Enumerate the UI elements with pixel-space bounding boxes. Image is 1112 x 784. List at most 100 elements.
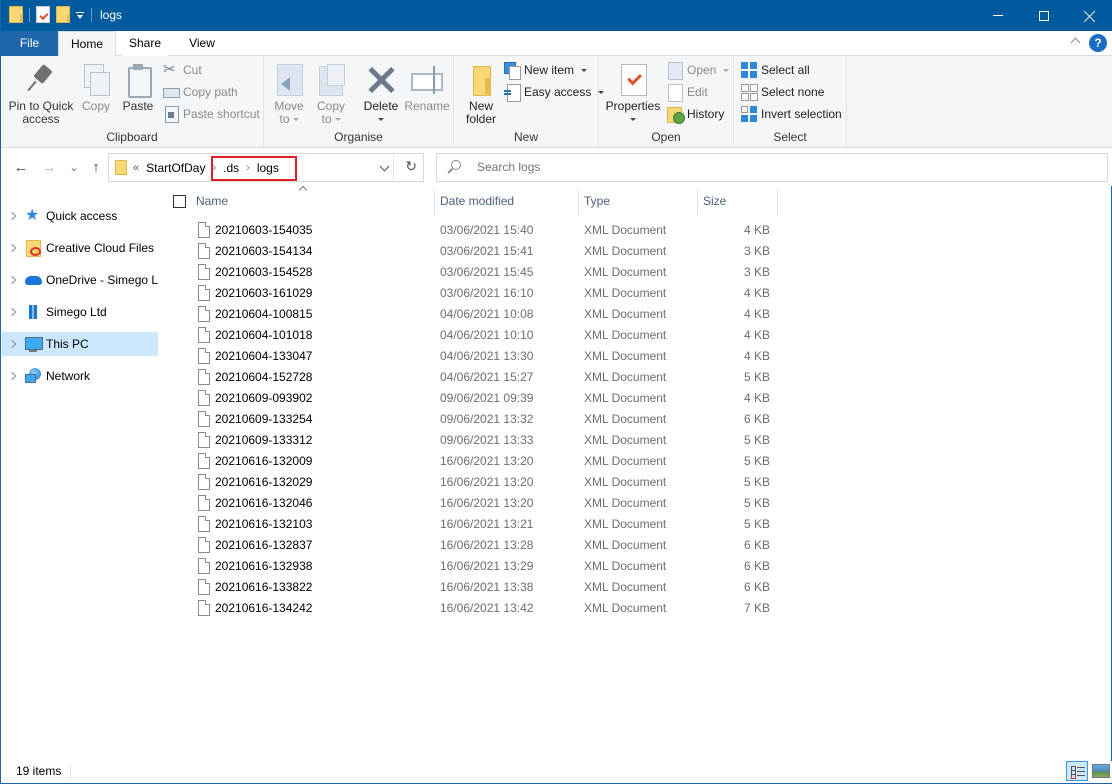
copy-path-button[interactable]: Copy path (163, 82, 238, 102)
customize-toolbar-dropdown-icon[interactable] (76, 10, 85, 20)
breadcrumb-separator-icon[interactable]: › (246, 162, 250, 174)
file-row[interactable]: 20210616-132029 16/06/2021 13:20 XML Docum… (191, 472, 781, 493)
pin-to-quick-access-button[interactable]: Pin to Quick access (5, 60, 77, 126)
file-row[interactable]: 20210616-132837 16/06/2021 13:28 XML Docum… (191, 535, 781, 556)
expand-chevron-icon[interactable] (7, 243, 17, 253)
nav-item-onedrive[interactable]: OneDrive - Simego Ltd (2, 268, 158, 292)
xml-file-icon (198, 306, 210, 322)
expand-chevron-icon[interactable] (7, 339, 17, 349)
expand-chevron-icon[interactable] (7, 371, 17, 381)
tab-file[interactable]: File (1, 31, 58, 56)
search-input[interactable] (477, 154, 1077, 181)
invert-selection-button[interactable]: Invert selection (741, 104, 842, 124)
breadcrumb-ds[interactable]: .ds (223, 161, 239, 175)
paste-button[interactable]: Paste (119, 60, 157, 113)
file-row[interactable]: 20210609-133312 09/06/2021 13:33 XML Docum… (191, 430, 781, 451)
expand-chevron-icon[interactable] (7, 275, 17, 285)
delete-button[interactable]: Delete (361, 60, 401, 126)
properties-icon[interactable] (36, 6, 50, 23)
breadcrumb: « StartOfDay › .ds › logs (133, 154, 279, 181)
tab-share[interactable]: Share (122, 31, 168, 56)
copy-button[interactable]: Copy (79, 60, 113, 113)
nav-item-quick-access[interactable]: Quick access (2, 204, 158, 228)
nav-item-creative-cloud-files[interactable]: Creative Cloud Files (2, 236, 158, 260)
select-all-button[interactable]: Select all (741, 60, 810, 80)
refresh-button[interactable]: ↻ (405, 158, 417, 175)
new-folder-icon[interactable] (56, 6, 70, 23)
ribbon-home: Pin to Quick access Copy Paste Cut Copy … (1, 56, 1112, 148)
column-header-date-modified[interactable]: Date modified (435, 186, 578, 216)
help-button[interactable]: ? (1089, 34, 1107, 52)
file-name: 20210604-152728 (215, 370, 313, 384)
large-icons-view-button[interactable] (1092, 764, 1110, 778)
minimize-button[interactable] (975, 0, 1021, 31)
address-bar[interactable]: « StartOfDay › .ds › logs ↻ (108, 153, 424, 182)
paste-shortcut-button[interactable]: Paste shortcut (163, 104, 260, 124)
file-row[interactable]: 20210609-093902 09/06/2021 09:39 XML Docum… (191, 388, 781, 409)
breadcrumb-logs[interactable]: logs (257, 161, 279, 175)
details-view-button[interactable] (1066, 761, 1088, 781)
move-to-button[interactable]: Move to (270, 60, 308, 126)
select-none-button[interactable]: Select none (741, 82, 824, 102)
file-row[interactable]: 20210616-132046 16/06/2021 13:20 XML Docum… (191, 493, 781, 514)
maximize-button[interactable] (1021, 0, 1067, 31)
select-all-checkbox[interactable] (173, 195, 186, 208)
tab-view[interactable]: View (181, 31, 223, 56)
file-row[interactable]: 20210616-134242 16/06/2021 13:42 XML Docum… (191, 598, 781, 619)
file-row[interactable]: 20210604-152728 04/06/2021 15:27 XML Docum… (191, 367, 781, 388)
file-row[interactable]: 20210616-133822 16/06/2021 13:38 XML Docum… (191, 577, 781, 598)
close-button[interactable] (1067, 0, 1112, 31)
search-box[interactable] (436, 153, 1108, 182)
history-label: History (687, 107, 725, 121)
easy-access-button[interactable]: Easy access (504, 82, 605, 102)
column-divider[interactable] (777, 189, 778, 216)
nav-item-label: OneDrive - Simego Ltd (46, 273, 158, 287)
copy-to-button[interactable]: Copy to (312, 60, 350, 126)
file-row[interactable]: 20210609-133254 09/06/2021 13:32 XML Docum… (191, 409, 781, 430)
open-button[interactable]: Open (667, 60, 730, 80)
nav-item-network[interactable]: Network (2, 364, 158, 388)
breadcrumb-overflow[interactable]: « (133, 162, 139, 174)
forward-button[interactable]: → (39, 158, 59, 176)
file-row[interactable]: 20210616-132009 16/06/2021 13:20 XML Docum… (191, 451, 781, 472)
tab-home[interactable]: Home (58, 31, 116, 56)
nav-item-simego-ltd[interactable]: Simego Ltd (2, 300, 158, 324)
xml-file-icon (198, 600, 210, 616)
file-row[interactable]: 20210603-161029 03/06/2021 16:10 XML Docum… (191, 283, 781, 304)
history-button[interactable]: History (667, 104, 724, 124)
edit-button[interactable]: Edit (667, 82, 708, 102)
file-row[interactable]: 20210604-100815 04/06/2021 10:08 XML Docum… (191, 304, 781, 325)
file-type: XML Document (584, 370, 667, 384)
file-row[interactable]: 20210616-132938 16/06/2021 13:29 XML Docum… (191, 556, 781, 577)
new-folder-button[interactable]: New folder (462, 60, 500, 126)
column-header-size[interactable]: Size (698, 186, 778, 216)
up-button[interactable]: ↑ (86, 158, 106, 176)
new-item-button[interactable]: New item (504, 60, 588, 80)
rename-button[interactable]: Rename (404, 60, 450, 113)
file-row[interactable]: 20210616-132103 16/06/2021 13:21 XML Docum… (191, 514, 781, 535)
file-date-modified: 16/06/2021 13:29 (440, 559, 534, 573)
expand-chevron-icon[interactable] (7, 307, 17, 317)
address-history-dropdown-icon[interactable] (379, 161, 390, 172)
properties-button[interactable]: Properties (605, 60, 661, 126)
breadcrumb-startofday[interactable]: StartOfDay (146, 161, 205, 175)
file-size: 4 KB (743, 349, 770, 363)
file-size: 4 KB (743, 391, 770, 405)
breadcrumb-separator-icon[interactable]: › (212, 162, 216, 174)
back-button[interactable]: ← (11, 158, 31, 176)
file-row[interactable]: 20210604-133047 04/06/2021 13:30 XML Docum… (191, 346, 781, 367)
file-row[interactable]: 20210603-154528 03/06/2021 15:45 XML Docum… (191, 262, 781, 283)
file-row[interactable]: 20210604-101018 04/06/2021 10:10 XML Docum… (191, 325, 781, 346)
xml-file-icon (198, 537, 210, 553)
cut-button[interactable]: Cut (163, 60, 202, 80)
new-item-icon (504, 62, 521, 80)
expand-chevron-icon[interactable] (7, 211, 17, 221)
file-row[interactable]: 20210603-154035 03/06/2021 15:40 XML Docum… (191, 220, 781, 241)
nav-item-this-pc[interactable]: This PC (2, 332, 158, 356)
column-header-name[interactable]: Name (191, 186, 434, 216)
edit-icon (667, 84, 683, 102)
recent-locations-button[interactable]: ⌄ (64, 158, 84, 176)
column-header-type[interactable]: Type (579, 186, 697, 216)
file-type: XML Document (584, 265, 667, 279)
file-row[interactable]: 20210603-154134 03/06/2021 15:41 XML Docum… (191, 241, 781, 262)
